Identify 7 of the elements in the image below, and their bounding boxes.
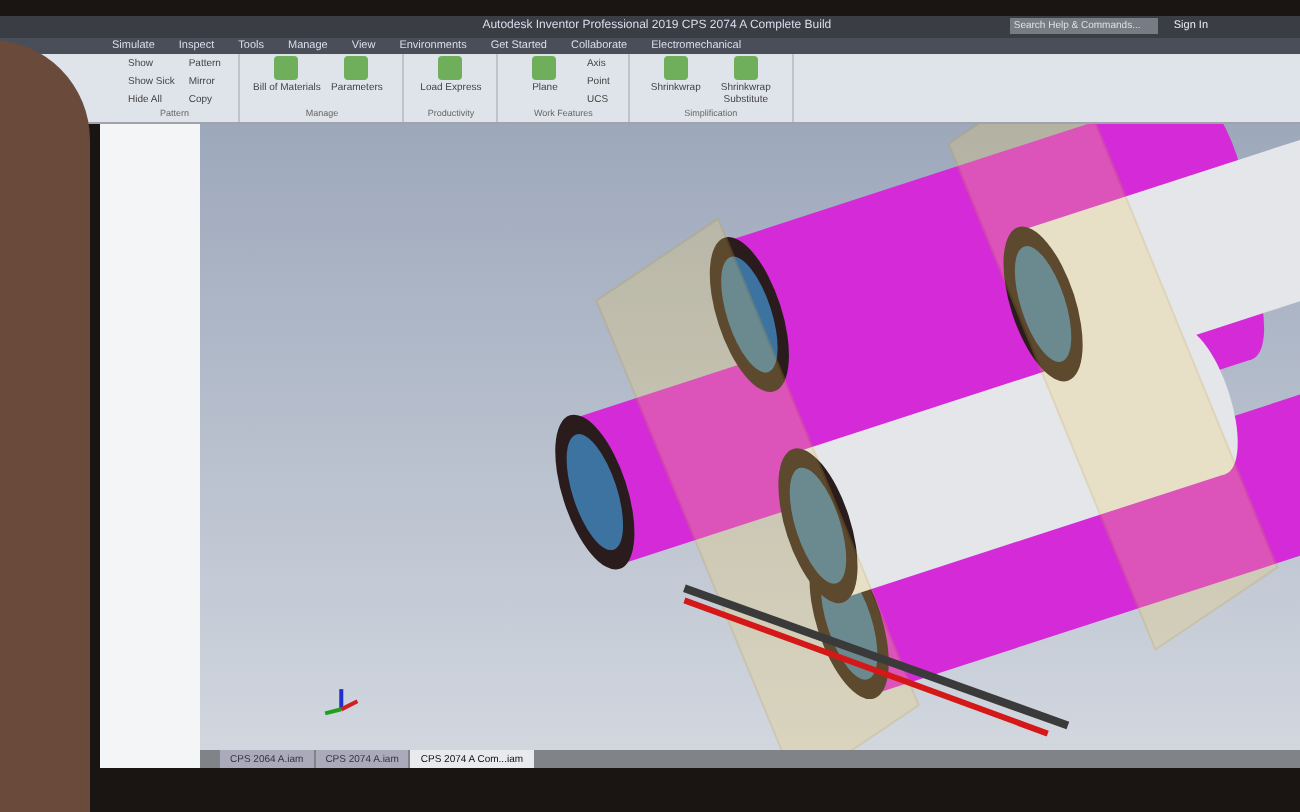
tool-icon (532, 56, 557, 81)
tool-icon (344, 56, 369, 81)
axis-triad-icon (324, 689, 359, 716)
tool-icon (274, 56, 299, 81)
tool-icon (733, 56, 758, 81)
tool-icon (438, 56, 463, 81)
tool-icon (663, 56, 688, 81)
